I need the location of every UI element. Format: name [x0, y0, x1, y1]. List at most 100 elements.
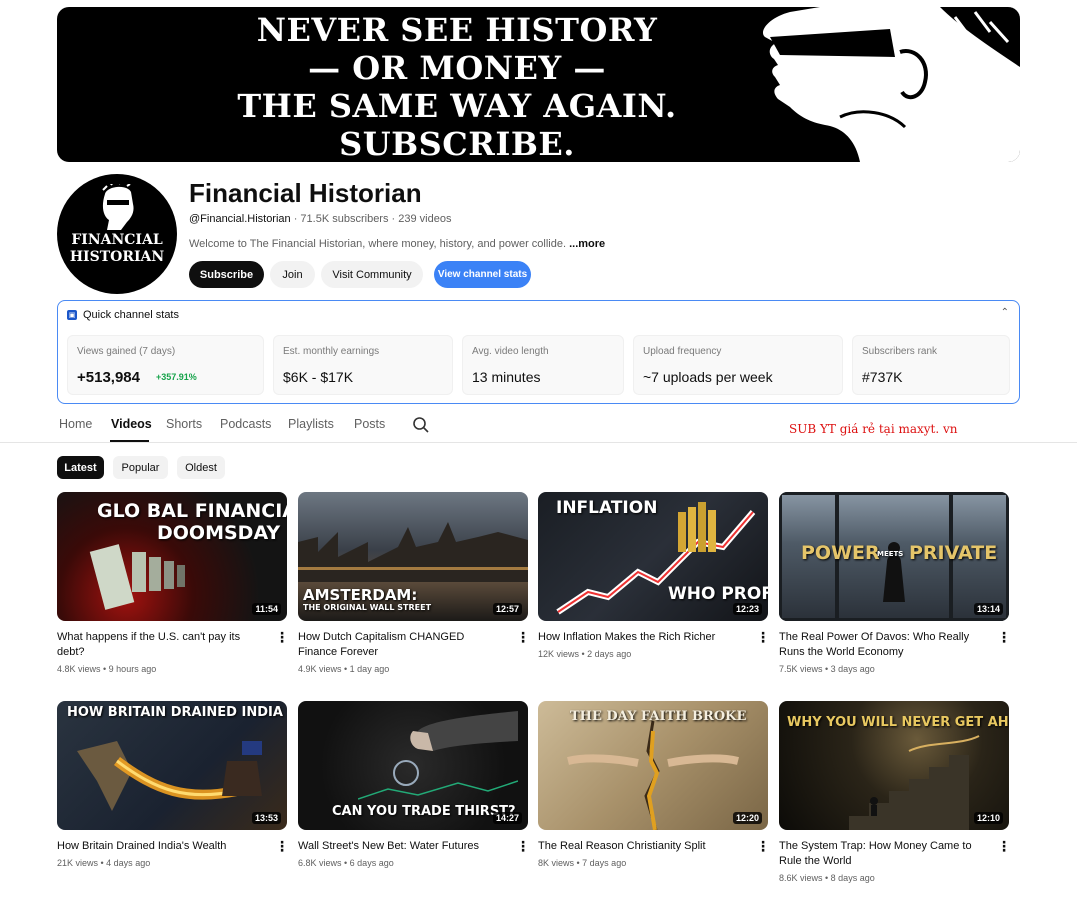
video-card[interactable]: GLO BAL FINANCIAL DOOMSDAY 11:54 What ha…: [57, 492, 289, 674]
video-meta: 8.6K views • 8 days ago: [779, 873, 875, 883]
video-card[interactable]: THE DAY FAITH BROKE 12:20 The Real Reaso…: [538, 701, 770, 868]
thumbnail-caption: PRIVATE: [909, 542, 998, 564]
description-text: Welcome to The Financial Historian, wher…: [189, 238, 570, 250]
more-vert-icon[interactable]: ⋮: [756, 839, 770, 855]
video-meta: 7.5K views • 3 days ago: [779, 664, 875, 674]
banner-line: — OR MONEY —: [308, 49, 606, 87]
video-meta: 6.8K views • 6 days ago: [298, 858, 394, 868]
banner-line: SUBSCRIBE.: [339, 125, 575, 162]
stat-value: +513,984: [77, 369, 140, 386]
video-title[interactable]: How Dutch Capitalism CHANGED Finance For…: [298, 630, 503, 660]
chip-latest[interactable]: Latest: [57, 456, 104, 479]
video-title[interactable]: The System Trap: How Money Came to Rule …: [779, 839, 984, 869]
stat-label: Views gained (7 days): [77, 346, 176, 357]
video-title[interactable]: What happens if the U.S. can't pay its d…: [57, 630, 262, 660]
more-vert-icon[interactable]: ⋮: [997, 630, 1011, 646]
channel-meta: @Financial.Historian · 71.5K subscribers…: [189, 213, 451, 225]
banner-text: NEVER SEE HISTORY — OR MONEY — THE SAME …: [227, 11, 687, 162]
stat-card-earnings: Est. monthly earnings $6K - $17K: [273, 335, 453, 395]
tab-videos[interactable]: Videos: [111, 417, 152, 431]
stat-label: Avg. video length: [472, 346, 549, 357]
stat-card-upload-frequency: Upload frequency ~7 uploads per week: [633, 335, 843, 395]
more-link[interactable]: ...more: [569, 238, 605, 250]
video-thumbnail[interactable]: AMSTERDAM: THE ORIGINAL WALL STREET 12:5…: [298, 492, 528, 621]
video-thumbnail[interactable]: HOW BRITAIN DRAINED INDIA 13:53: [57, 701, 287, 830]
stat-card-length: Avg. video length 13 minutes: [462, 335, 624, 395]
stat-delta: +357.91%: [156, 372, 197, 382]
thumbnail-caption: GLO BAL FINANCIAL: [97, 500, 287, 522]
chip-popular[interactable]: Popular: [113, 456, 168, 479]
banner-line: THE SAME WAY AGAIN.: [237, 87, 677, 125]
video-meta: 8K views • 7 days ago: [538, 858, 627, 868]
more-vert-icon[interactable]: ⋮: [516, 630, 530, 646]
video-duration: 12:10: [973, 812, 1003, 824]
avatar-line: FINANCIAL: [71, 232, 163, 248]
video-duration: 13:53: [251, 812, 281, 824]
video-meta: 4.8K views • 9 hours ago: [57, 664, 157, 674]
video-card[interactable]: WHY YOU WILL NEVER GET AHEAD 12:10 The S…: [779, 701, 1011, 883]
video-card[interactable]: AMSTERDAM: THE ORIGINAL WALL STREET 12:5…: [298, 492, 530, 674]
tab-playlists[interactable]: Playlists: [288, 417, 334, 431]
video-title[interactable]: The Real Reason Christianity Split: [538, 839, 743, 854]
video-duration: 12:57: [492, 603, 522, 615]
join-button[interactable]: Join: [270, 261, 315, 288]
chip-oldest[interactable]: Oldest: [177, 456, 225, 479]
video-card[interactable]: CAN YOU TRADE THIRST? 14:27 Wall Street'…: [298, 701, 530, 868]
channel-description[interactable]: Welcome to The Financial Historian, wher…: [189, 238, 605, 250]
video-title[interactable]: The Real Power Of Davos: Who Really Runs…: [779, 630, 984, 660]
quick-stats-header[interactable]: ▣ Quick channel stats: [67, 309, 179, 321]
stat-label: Upload frequency: [643, 346, 722, 357]
video-duration: 11:54: [252, 603, 281, 615]
avatar-line: HISTORIAN: [69, 249, 165, 265]
search-icon[interactable]: [412, 416, 430, 434]
video-card[interactable]: INFLATION WHO PROFITS 12:23 How Inflatio…: [538, 492, 770, 659]
view-channel-stats-button[interactable]: View channel stats: [434, 261, 531, 288]
stat-value: ~7 uploads per week: [643, 369, 773, 385]
video-meta: 4.9K views • 1 day ago: [298, 664, 390, 674]
video-thumbnail[interactable]: THE DAY FAITH BROKE 12:20: [538, 701, 768, 830]
video-title[interactable]: How Inflation Makes the Rich Richer: [538, 630, 743, 645]
stat-value: #737K: [862, 369, 903, 385]
thumbnail-caption: DOOMSDAY: [157, 522, 281, 544]
channel-avatar[interactable]: FINANCIAL HISTORIAN: [57, 174, 177, 294]
tab-posts[interactable]: Posts: [354, 417, 385, 431]
video-title[interactable]: How Britain Drained India's Wealth: [57, 839, 262, 854]
head-icon: [102, 184, 134, 230]
tab-shorts[interactable]: Shorts: [166, 417, 202, 431]
video-card[interactable]: HOW BRITAIN DRAINED INDIA 13:53 How Brit…: [57, 701, 289, 868]
more-vert-icon[interactable]: ⋮: [756, 630, 770, 646]
thumbnail-caption: CAN YOU TRADE THIRST?: [332, 804, 516, 819]
video-thumbnail[interactable]: INFLATION WHO PROFITS 12:23: [538, 492, 768, 621]
video-card[interactable]: POWER MEETS PRIVATE 13:14 The Real Power…: [779, 492, 1011, 674]
thumbnail-caption: WHO PROFITS: [668, 584, 768, 604]
video-thumbnail[interactable]: CAN YOU TRADE THIRST? 14:27: [298, 701, 528, 830]
thumbnail-caption: MEETS: [877, 550, 904, 558]
video-title[interactable]: Wall Street's New Bet: Water Futures: [298, 839, 503, 854]
active-tab-indicator: [110, 440, 149, 442]
video-thumbnail[interactable]: POWER MEETS PRIVATE 13:14: [779, 492, 1009, 621]
video-thumbnail[interactable]: GLO BAL FINANCIAL DOOMSDAY 11:54: [57, 492, 287, 621]
visit-community-button[interactable]: Visit Community: [321, 261, 423, 288]
more-vert-icon[interactable]: ⋮: [516, 839, 530, 855]
tab-home[interactable]: Home: [59, 417, 92, 431]
more-vert-icon[interactable]: ⋮: [275, 839, 289, 855]
city-skyline-art: [298, 522, 528, 582]
video-duration: 12:23: [732, 603, 762, 615]
quick-stats-title: Quick channel stats: [83, 309, 179, 321]
subscribe-button[interactable]: Subscribe: [189, 261, 264, 288]
chevron-up-icon[interactable]: ⌃: [1001, 307, 1009, 318]
channel-handle[interactable]: @Financial.Historian: [189, 213, 291, 225]
video-thumbnail[interactable]: WHY YOU WILL NEVER GET AHEAD 12:10: [779, 701, 1009, 830]
video-duration: 12:20: [732, 812, 762, 824]
stat-card-views: Views gained (7 days) +513,984 +357.91%: [67, 335, 264, 395]
video-duration: 13:14: [973, 603, 1003, 615]
more-vert-icon[interactable]: ⋮: [997, 839, 1011, 855]
hand-glass-art: [358, 711, 518, 800]
thumbnail-caption: THE DAY FAITH BROKE: [570, 709, 747, 724]
channel-name: Financial Historian: [189, 178, 422, 208]
stat-label: Est. monthly earnings: [283, 346, 380, 357]
video-duration: 14:27: [492, 812, 522, 824]
avatar-logo-text: FINANCIAL HISTORIAN: [57, 232, 177, 266]
tab-podcasts[interactable]: Podcasts: [220, 417, 271, 431]
more-vert-icon[interactable]: ⋮: [275, 630, 289, 646]
